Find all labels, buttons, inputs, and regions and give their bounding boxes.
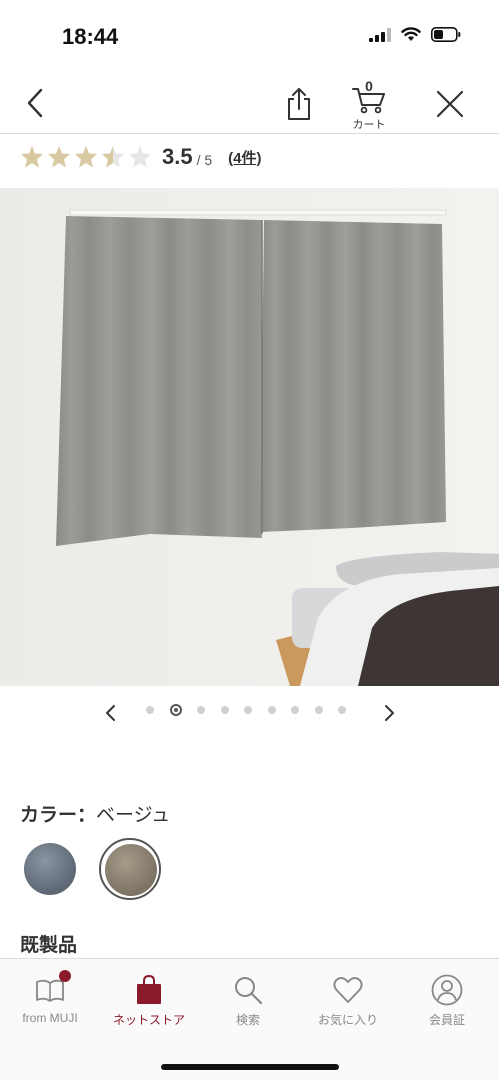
carousel-dot[interactable] (146, 706, 154, 714)
carousel-dot[interactable] (197, 706, 205, 714)
color-label-value: ベージュ (96, 805, 171, 826)
cart-label: カート (352, 119, 386, 131)
tab-net-store[interactable]: ネットストア (99, 973, 199, 1033)
notification-badge (59, 970, 71, 982)
carousel-dot[interactable] (338, 706, 346, 714)
tab-favorites[interactable]: お気に入り (298, 973, 398, 1033)
tab-from-muji[interactable]: from MUJI (0, 970, 100, 1033)
image-carousel-controls (0, 698, 499, 728)
color-swatch-gray[interactable] (24, 843, 76, 895)
tab-label: ネットストア (112, 1013, 185, 1027)
chevron-left-icon (106, 705, 115, 721)
cart-button[interactable]: 0 カート (346, 78, 392, 131)
status-bar: 18:44 (0, 0, 499, 72)
color-swatch-beige[interactable] (105, 844, 157, 896)
back-button[interactable] (18, 86, 52, 120)
tab-label: 検索 (235, 1013, 260, 1027)
carousel-dots (146, 704, 362, 716)
star-icon (48, 146, 70, 168)
carousel-dot-active[interactable] (169, 704, 182, 716)
heart-icon (333, 977, 363, 1003)
star-icon (129, 146, 151, 168)
status-time: 18:44 (62, 24, 119, 49)
wifi-icon (401, 27, 421, 47)
chevron-left-icon (27, 88, 43, 118)
carousel-prev-button[interactable] (98, 700, 122, 726)
carousel-dot[interactable] (244, 706, 252, 714)
cart-icon (352, 88, 385, 114)
carousel-next-button[interactable] (378, 700, 402, 726)
star-icon (102, 146, 124, 168)
star-icon (75, 146, 97, 168)
share-button[interactable] (282, 86, 316, 122)
close-button[interactable] (432, 86, 468, 122)
carousel-dot[interactable] (267, 706, 276, 714)
tab-label: お気に入り (317, 1013, 378, 1027)
close-icon (436, 90, 464, 118)
carousel-dot[interactable] (220, 706, 229, 714)
star-rating (20, 145, 152, 169)
product-image[interactable] (0, 188, 499, 686)
review-count-link[interactable]: (4件) (228, 147, 261, 168)
tab-bar: from MUJI ネットストア 検索 お気に入り 会員証 (0, 958, 499, 1080)
signal-icon (369, 27, 391, 47)
user-icon (431, 974, 463, 1006)
share-icon (288, 88, 310, 120)
shopping-bag-icon (137, 975, 161, 1004)
carousel-dot[interactable] (314, 706, 323, 714)
search-icon (235, 977, 263, 1005)
carousel-dot[interactable] (291, 706, 299, 714)
tab-search[interactable]: 検索 (198, 973, 298, 1033)
section-title: 既製品 (20, 935, 78, 956)
battery-icon (431, 27, 461, 47)
color-label: カラー：ベージュ (20, 800, 170, 827)
rating-value: 3.5 (162, 144, 193, 169)
tab-member-card[interactable]: 会員証 (397, 973, 497, 1033)
home-indicator (161, 1064, 339, 1070)
color-label-prefix: カラー： (20, 805, 97, 826)
status-icons (369, 27, 461, 47)
rating-row: 3.5 / 5 (4件) (20, 140, 262, 174)
tab-label: 会員証 (428, 1013, 465, 1027)
tab-label: from MUJI (22, 1011, 78, 1025)
rating-max: / 5 (196, 152, 213, 168)
star-icon (21, 146, 43, 168)
chevron-right-icon (385, 705, 394, 721)
nav-bar: 0 カート (0, 72, 499, 134)
